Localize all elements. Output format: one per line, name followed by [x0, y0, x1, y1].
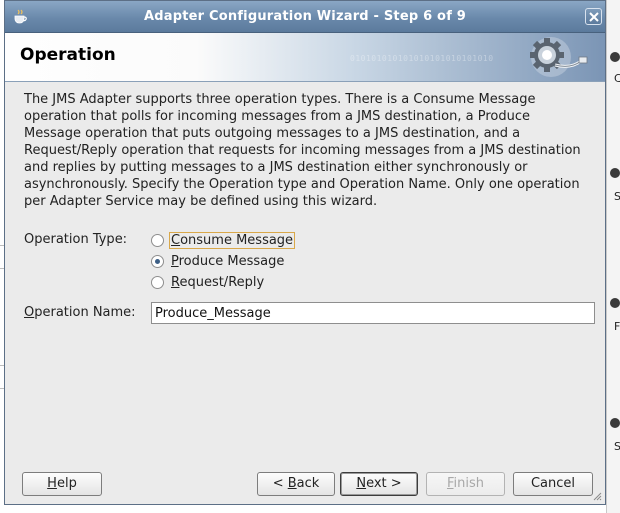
radio-button-icon[interactable] [151, 275, 164, 289]
next-button[interactable]: Next > [340, 472, 418, 496]
radio-label-text: roduce Message [178, 253, 285, 269]
help-button[interactable]: Help [22, 472, 102, 496]
radio-label: Consume Message [169, 231, 296, 249]
radio-label-text: equest/Reply [179, 274, 265, 290]
radio-button-icon[interactable] [151, 254, 164, 268]
header-decoration: 010101010101010101010101010 [350, 54, 494, 63]
adapter-wizard-dialog: Adapter Configuration Wizard - Step 6 of… [4, 0, 606, 505]
background-fragment: C [614, 72, 620, 85]
radio-button-icon[interactable] [151, 233, 164, 247]
radio-consume-message[interactable]: Consume Message [151, 230, 296, 250]
radio-label: Produce Message [171, 253, 285, 269]
page-header: 010101010101010101010101010 Operation [5, 33, 605, 82]
background-radio-icon [610, 52, 620, 62]
background-radio-icon [610, 298, 620, 308]
radio-request-reply[interactable]: Request/Reply [151, 272, 266, 292]
close-icon [589, 12, 599, 22]
background-radio-icon [610, 418, 620, 428]
window-title: Adapter Configuration Wizard - Step 6 of… [143, 9, 467, 24]
title-bar[interactable]: Adapter Configuration Wizard - Step 6 of… [5, 1, 605, 33]
background-fragment: F [614, 320, 620, 333]
resize-grip-icon[interactable] [592, 491, 602, 501]
background-fragment: S [614, 190, 620, 203]
operation-name-label: Operation Name: [24, 305, 136, 320]
radio-produce-message[interactable]: Produce Message [151, 251, 286, 271]
cancel-button[interactable]: Cancel [513, 472, 593, 496]
background-radio-icon [610, 168, 620, 178]
operation-description: The JMS Adapter supports three operation… [24, 92, 581, 209]
operation-name-label-text: peration Name: [34, 305, 136, 320]
close-button[interactable] [585, 8, 602, 25]
radio-label: Request/Reply [171, 274, 265, 290]
page-title: Operation [20, 45, 116, 65]
operation-name-input[interactable]: Produce_Message [151, 302, 595, 324]
gear-icon [530, 37, 588, 77]
radio-label-text: onsume Message [180, 232, 294, 248]
finish-button: Finish [426, 472, 505, 496]
operation-type-label: Operation Type: [24, 232, 128, 247]
background-fragment: S [614, 440, 620, 453]
back-button[interactable]: < Back [257, 472, 335, 496]
